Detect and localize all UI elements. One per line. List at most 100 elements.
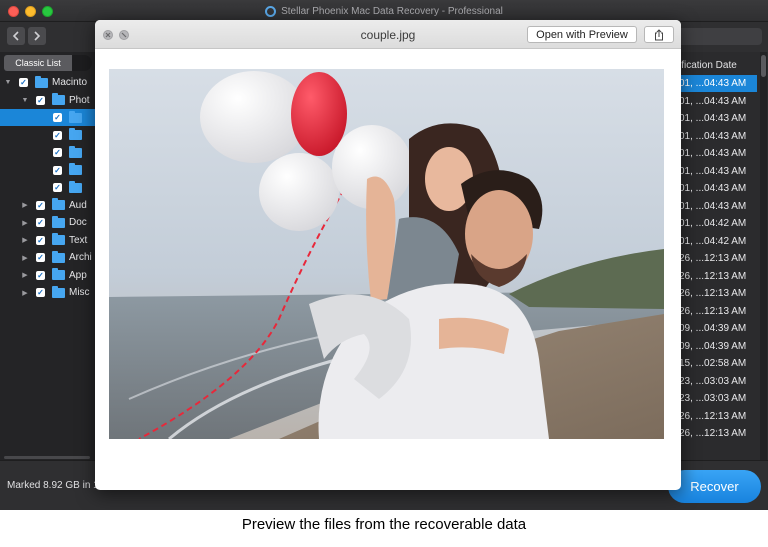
date-cell[interactable]: 01, ...04:43 AM xyxy=(677,163,757,180)
app-window: Stellar Phoenix Mac Data Recovery - Prof… xyxy=(0,0,768,510)
date-cell[interactable]: 23, ...03:03 AM xyxy=(677,373,757,390)
tree-row[interactable]: ✓ xyxy=(0,127,96,144)
chevron-down-icon[interactable]: ▼ xyxy=(4,79,12,86)
date-cell[interactable]: 01, ...04:43 AM xyxy=(677,145,757,162)
chevron-right-icon xyxy=(34,31,41,41)
chevron-right-icon[interactable]: ▶ xyxy=(21,219,29,227)
date-cell[interactable]: 01, ...04:43 AM xyxy=(677,198,757,215)
folder-icon xyxy=(69,180,82,193)
tree-row[interactable]: ✓ xyxy=(0,144,96,161)
folder-icon xyxy=(69,145,82,158)
tree-checkbox[interactable]: ✓ xyxy=(36,270,45,280)
folder-icon xyxy=(52,215,65,228)
scrollbar-thumb[interactable] xyxy=(761,55,766,77)
chevron-right-icon[interactable]: ▶ xyxy=(21,254,29,262)
date-cell[interactable]: 26, ...12:13 AM xyxy=(677,425,757,442)
date-cell[interactable]: 15, ...02:58 AM xyxy=(677,355,757,372)
tree-checkbox[interactable]: ✓ xyxy=(53,113,62,122)
tree-checkbox[interactable]: ✓ xyxy=(36,95,45,105)
folder-icon xyxy=(52,233,65,245)
folder-icon xyxy=(35,75,48,88)
view-toggle[interactable]: Classic List xyxy=(4,55,92,71)
tree-checkbox[interactable]: ✓ xyxy=(36,200,45,210)
tree-row[interactable]: ▼ ✓ Macinto xyxy=(0,74,96,91)
app-title-group: Stellar Phoenix Mac Data Recovery - Prof… xyxy=(0,0,768,22)
sidebar: Classic List ▼ ✓ Macinto ▼ ✓ Phot ✓ ✓ ✓ ✓ ✓ ▶ ✓ Aud ▶ ✓… xyxy=(0,52,96,460)
date-cell[interactable]: 01, ...04:43 AM xyxy=(677,180,757,197)
folder-icon xyxy=(52,285,65,298)
tree-label: Phot xyxy=(69,94,90,106)
title-bar: Stellar Phoenix Mac Data Recovery - Prof… xyxy=(0,0,768,22)
date-cell[interactable]: 26, ...12:13 AM xyxy=(677,408,757,425)
tree-checkbox[interactable]: ✓ xyxy=(36,235,45,245)
tree-label: Aud xyxy=(69,199,87,211)
date-cell[interactable]: 23, ...03:03 AM xyxy=(677,390,757,407)
back-button[interactable] xyxy=(7,27,25,45)
recover-button[interactable]: Recover xyxy=(668,470,761,503)
tree-row[interactable]: ▶ ✓ Doc xyxy=(0,214,96,231)
quick-look-preview-window: couple.jpg Open with Preview xyxy=(95,20,681,490)
date-cell[interactable]: 26, ...12:13 AM xyxy=(677,303,757,320)
date-cell[interactable]: 01, ...04:43 AM xyxy=(677,128,757,145)
tree-row[interactable]: ▶ ✓ Text xyxy=(0,232,96,249)
date-cell[interactable]: 26, ...12:13 AM xyxy=(677,285,757,302)
date-cell[interactable]: 01, ...04:43 AM xyxy=(677,93,757,110)
folder-icon xyxy=(52,250,65,263)
chevron-right-icon[interactable]: ▶ xyxy=(21,289,29,297)
folder-icon xyxy=(52,93,65,105)
folder-icon xyxy=(69,110,82,123)
tree-row[interactable]: ✓ xyxy=(0,109,96,126)
tree-row[interactable]: ▶ ✓ Aud xyxy=(0,197,96,214)
fullscreen-icon xyxy=(121,32,127,38)
tree-checkbox[interactable]: ✓ xyxy=(53,130,62,140)
date-cell[interactable]: 26, ...12:13 AM xyxy=(677,250,757,267)
share-icon xyxy=(655,28,663,40)
tree-row[interactable]: ▶ ✓ Archi xyxy=(0,249,96,266)
folder-icon xyxy=(69,128,82,140)
chevron-right-icon[interactable]: ▶ xyxy=(21,236,29,244)
date-cell[interactable]: 01, ...04:43 AM xyxy=(677,110,757,127)
forward-button[interactable] xyxy=(28,27,46,45)
tree-checkbox[interactable]: ✓ xyxy=(53,148,62,157)
date-cell[interactable]: 01, ...04:42 AM xyxy=(677,233,757,250)
preview-close-button[interactable] xyxy=(103,30,113,40)
toggle-knob[interactable] xyxy=(72,55,92,71)
file-list-scrollbar[interactable] xyxy=(760,52,767,460)
tree-checkbox[interactable]: ✓ xyxy=(36,218,45,227)
tree-checkbox[interactable]: ✓ xyxy=(53,183,62,192)
tree-label: Doc xyxy=(69,217,87,228)
folder-icon xyxy=(69,163,82,175)
app-logo-icon xyxy=(265,5,277,17)
chevron-right-icon[interactable]: ▶ xyxy=(21,271,29,279)
search-input[interactable] xyxy=(674,28,762,45)
date-cell[interactable]: 26, ...12:13 AM xyxy=(677,268,757,285)
chevron-left-icon xyxy=(12,31,19,41)
tree-row[interactable]: ▶ ✓ App xyxy=(0,267,96,284)
sidebar-scrollbar[interactable] xyxy=(4,456,90,459)
tree-row[interactable]: ▶ ✓ Misc xyxy=(0,284,96,301)
date-cell[interactable]: 09, ...04:39 AM xyxy=(677,320,757,337)
tree-checkbox[interactable]: ✓ xyxy=(36,288,45,297)
screenshot-stage: Stellar Phoenix Mac Data Recovery - Prof… xyxy=(0,0,768,547)
date-cell[interactable]: 01, ...04:42 AM xyxy=(677,215,757,232)
tree-checkbox[interactable]: ✓ xyxy=(36,253,45,262)
modification-date-column-header[interactable]: ification Date xyxy=(677,57,759,74)
marked-size-text: Marked 8.92 GB in 1 xyxy=(7,480,99,491)
open-with-preview-button[interactable]: Open with Preview xyxy=(527,26,637,43)
folder-icon xyxy=(52,268,65,280)
date-cell[interactable]: 09, ...04:39 AM xyxy=(677,338,757,355)
chevron-down-icon[interactable]: ▼ xyxy=(21,97,29,104)
tree-checkbox[interactable]: ✓ xyxy=(53,165,62,175)
share-button[interactable] xyxy=(644,26,674,43)
date-cell[interactable]: 01, ...04:43 AM xyxy=(677,75,757,92)
tree-checkbox[interactable]: ✓ xyxy=(19,78,28,87)
beach-couple-photo xyxy=(109,69,664,439)
preview-fullscreen-button[interactable] xyxy=(119,30,129,40)
tree-row[interactable]: ▼ ✓ Phot xyxy=(0,92,96,109)
tree-label: Misc xyxy=(69,287,90,298)
chevron-right-icon[interactable]: ▶ xyxy=(21,201,29,209)
tree-row[interactable]: ✓ xyxy=(0,179,96,196)
classic-list-tab[interactable]: Classic List xyxy=(4,55,72,71)
tree-row[interactable]: ✓ xyxy=(0,162,96,179)
tree-label: Macinto xyxy=(52,77,88,88)
